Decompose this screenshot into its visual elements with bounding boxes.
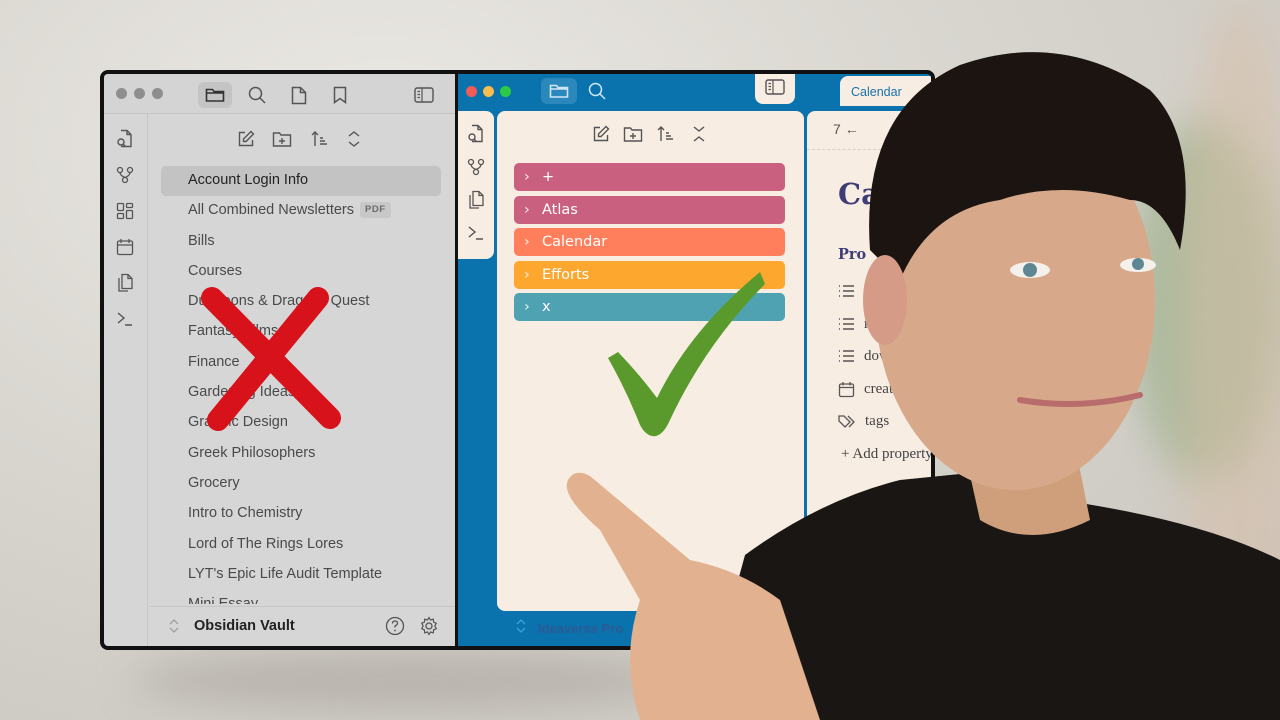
green-checkmark [608, 272, 765, 437]
thumbnail-overlay [201, 52, 1280, 720]
red-x-mark [201, 287, 341, 431]
